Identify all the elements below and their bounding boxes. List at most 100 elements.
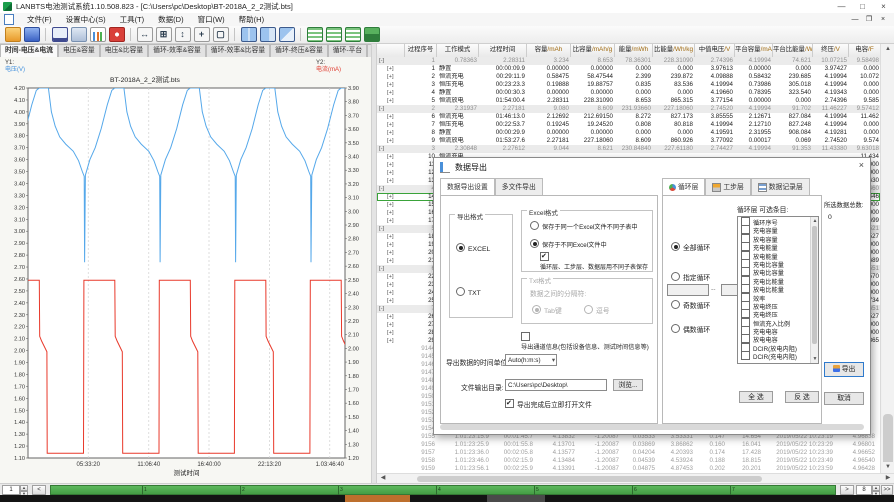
column-header-3[interactable]: 过程时间 <box>479 44 527 57</box>
list-scroll-up-icon[interactable]: ▲ <box>811 217 819 225</box>
zoom-select-icon[interactable]: + <box>194 27 210 42</box>
open-file-icon[interactable] <box>5 27 21 42</box>
step-row[interactable]: [+]5恒流放电01:54:00.42.28311228.310908.6538… <box>377 97 880 105</box>
item-checkbox-14[interactable]: 放电电容 <box>738 334 818 342</box>
cycle-summary-row[interactable]: [-]32.308482.276129.0448.621230.84840227… <box>377 145 880 153</box>
menu-item-4[interactable]: 窗口(W) <box>191 13 232 26</box>
radio-odd-cycles[interactable]: 奇数循环 <box>671 300 710 310</box>
chart-tab-0[interactable]: 时间-电压&电流 <box>0 44 58 57</box>
cycle-summary-row[interactable]: [-]10.783632.283113.2348.65378.36301228.… <box>377 57 880 65</box>
menu-item-0[interactable]: 文件(F) <box>20 13 59 26</box>
level-tab-2[interactable]: 数据记录层 <box>751 178 810 195</box>
fit-y-icon[interactable]: ↕ <box>175 27 191 42</box>
list-scroll-thumb[interactable] <box>812 226 817 344</box>
output-dir-input[interactable]: C:\Users\pc\Desktop\ <box>505 379 607 391</box>
mdi-close-button[interactable]: × <box>876 13 890 26</box>
item-checkbox-10[interactable]: 放电终压 <box>738 301 818 309</box>
column-header-0[interactable] <box>377 44 405 57</box>
column-header-8[interactable]: 中值电压/V <box>695 44 735 57</box>
column-header-4[interactable]: 容量/mAh <box>527 44 571 57</box>
chart-icon[interactable] <box>90 27 106 42</box>
step-row[interactable]: [+]7恒压充电00:22:53.70.1924519.245200.80880… <box>377 121 880 129</box>
radio-txt[interactable]: TXT <box>456 287 481 297</box>
cancel-button[interactable]: 取消 <box>824 392 864 405</box>
column-header-7[interactable]: 比能量/Wh/kg <box>653 44 695 57</box>
alarm-icon[interactable] <box>109 27 125 42</box>
radio-comma[interactable]: 逗号 <box>584 305 610 315</box>
scroll-up-icon[interactable]: ▲ <box>881 44 894 55</box>
step-row[interactable]: [+]2恒流充电00:29:11.90.5847558.475442.39923… <box>377 73 880 81</box>
radio-even-cycles[interactable]: 偶数循环 <box>671 324 710 334</box>
radio-excel[interactable]: EXCEL <box>456 243 490 253</box>
cycle-summary-row[interactable]: [-]22.319372.271819.0808.609231.93660227… <box>377 105 880 113</box>
item-checkbox-1[interactable]: 充电容量 <box>738 225 818 233</box>
record-row[interactable]: 91561.01:23:25.900:01:55.84.13701-1.2008… <box>377 441 880 449</box>
tab-export-settings[interactable]: 数据导出设置 <box>440 178 495 195</box>
page-number-input[interactable]: 1 <box>2 485 20 495</box>
next-page-button[interactable]: > <box>840 485 854 495</box>
radio-same-excel-file[interactable]: 保存于同一个Excel文件不同子表中 <box>530 221 638 231</box>
item-checkbox-7[interactable]: 充电比能量 <box>738 276 818 284</box>
column-header-2[interactable]: 工作模式 <box>437 44 479 57</box>
step-row[interactable]: [+]4静置00:00:30.30.000000.000000.0000.000… <box>377 89 880 97</box>
radio-specified-cycles[interactable]: 指定循环 <box>671 272 710 282</box>
radio-tab-key[interactable]: Tab键 <box>532 305 562 315</box>
column-header-9[interactable]: 平台容量/mAh <box>735 44 773 57</box>
item-checkbox-4[interactable]: 放电能量 <box>738 251 818 259</box>
table-header[interactable]: 过程序号工作模式过程时间容量/mAh比容量/mAh/g能量/mWh比能量/Wh/… <box>377 44 880 58</box>
item-checkbox-0[interactable]: 循环序号 <box>738 217 818 225</box>
chart-tab-6[interactable]: 循环-平台 <box>328 44 367 57</box>
step-row[interactable]: [+]8静置00:00:29.90.000000.000000.0000.000… <box>377 129 880 137</box>
last-page-input[interactable]: 8 <box>856 485 872 495</box>
level-tab-1[interactable]: 工步层 <box>705 178 750 195</box>
checkbox-separate-sheets[interactable]: 循环层、工步层、数据层用不同子表保存 <box>540 252 652 271</box>
chart-tab-4[interactable]: 循环-效率&比容量 <box>206 44 270 57</box>
list-block-icon[interactable] <box>364 27 380 42</box>
window-split-v-icon[interactable] <box>241 27 257 42</box>
horizontal-scrollbar[interactable]: ◀ ▶ <box>377 473 894 483</box>
page-spinner[interactable]: ▲▼ <box>20 485 28 495</box>
item-checkbox-5[interactable]: 充电比容量 <box>738 259 818 267</box>
monitor-icon[interactable] <box>52 27 68 42</box>
menu-item-1[interactable]: 设置中心(S) <box>59 13 113 26</box>
time-unit-select[interactable]: Auto(h:m:s)▾ <box>505 354 557 366</box>
item-checkbox-15[interactable]: DCIR(放电内阻) <box>738 343 818 351</box>
taskbar-segment-0[interactable] <box>0 495 345 502</box>
fit-all-icon[interactable]: ⊞ <box>156 27 172 42</box>
tab-multi-file-export[interactable]: 多文件导出 <box>495 178 543 195</box>
browse-button[interactable]: 浏览... <box>613 379 643 391</box>
taskbar-segment-1[interactable] <box>345 495 410 502</box>
cycle-items-list[interactable]: 循环序号充电容量放电容量充电能量放电能量充电比容量放电比容量充电比能量放电比能量… <box>737 216 819 364</box>
cycle-range-start-input[interactable] <box>667 284 709 296</box>
taskbar-segment-2[interactable] <box>410 495 487 502</box>
column-header-1[interactable]: 过程序号 <box>405 44 437 57</box>
close-button[interactable]: × <box>873 0 894 13</box>
mdi-minimize-button[interactable]: — <box>848 13 862 26</box>
last-page-button[interactable]: >> <box>881 485 893 495</box>
taskbar-segment-4[interactable] <box>545 495 894 502</box>
select-all-button[interactable]: 全 选 <box>739 391 773 403</box>
column-header-12[interactable]: 电容/F <box>849 44 880 57</box>
item-checkbox-3[interactable]: 充电能量 <box>738 242 818 250</box>
export-button[interactable]: 导出 <box>824 362 864 377</box>
item-checkbox-16[interactable]: DCIR(充电内阻) <box>738 351 818 359</box>
menu-item-2[interactable]: 工具(T) <box>113 13 152 26</box>
menu-item-5[interactable]: 帮助(H) <box>232 13 271 26</box>
list-column-icon[interactable] <box>345 27 361 42</box>
dialog-close-icon[interactable]: × <box>859 160 864 170</box>
column-header-6[interactable]: 能量/mWh <box>615 44 653 57</box>
column-header-5[interactable]: 比容量/mAh/g <box>571 44 615 57</box>
column-header-10[interactable]: 平台比能量/W <box>773 44 813 57</box>
item-checkbox-11[interactable]: 充电终压 <box>738 309 818 317</box>
radio-different-excel-files[interactable]: 保存于不同Excel文件中 <box>530 239 607 249</box>
chart-tab-5[interactable]: 循环-终压&容量 <box>270 44 328 57</box>
column-header-11[interactable]: 终压/V <box>813 44 849 57</box>
window-split-h-icon[interactable] <box>260 27 276 42</box>
radio-all-cycles[interactable]: 全部循环 <box>671 242 710 252</box>
mdi-restore-button[interactable]: ❐ <box>862 13 876 26</box>
step-row[interactable]: [+]1静置00:00:09.90.000000.000000.0000.000… <box>377 65 880 73</box>
step-row[interactable]: [+]3恒压充电00:23:23.30.1988819.887570.83583… <box>377 81 880 89</box>
window-cascade-icon[interactable] <box>279 27 295 42</box>
list-detail-icon[interactable] <box>326 27 342 42</box>
checkbox-channel-info[interactable]: 导出通道信息(包括设备信息、测试时间信息等) <box>521 332 657 351</box>
